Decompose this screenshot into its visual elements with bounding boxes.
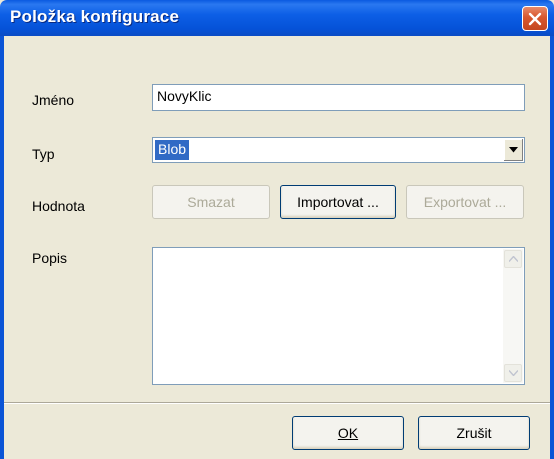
delete-button-label: Smazat — [187, 194, 235, 210]
type-dropdown-button[interactable] — [503, 139, 523, 161]
type-label: Typ — [32, 146, 55, 162]
type-selected-value: Blob — [155, 140, 190, 160]
scroll-up-button[interactable] — [504, 250, 522, 268]
ok-button-label: OK — [337, 425, 359, 441]
name-input[interactable]: NovyKlic — [152, 84, 525, 111]
description-textarea[interactable] — [152, 247, 525, 385]
description-scrollbar[interactable] — [503, 249, 523, 383]
cancel-button-label: Zrušit — [456, 425, 492, 441]
footer-separator — [4, 402, 550, 404]
arrow-up-icon — [508, 256, 518, 262]
cancel-button[interactable]: Zrušit — [418, 416, 530, 450]
value-label: Hodnota — [32, 198, 85, 214]
window-title: Položka konfigurace — [10, 7, 180, 26]
delete-button[interactable]: Smazat — [152, 185, 270, 219]
close-icon — [528, 12, 542, 25]
description-label: Popis — [32, 250, 68, 266]
dialog-window: Položka konfigurace Jméno NovyKlic Typ B… — [0, 0, 554, 459]
ok-button[interactable]: OK — [292, 416, 404, 450]
arrow-down-icon — [508, 370, 518, 376]
chevron-down-icon — [509, 147, 518, 153]
import-button-label: Importovat ... — [297, 194, 379, 210]
window-frame-right — [550, 36, 554, 459]
type-select[interactable]: Blob — [152, 137, 525, 163]
export-button-label: Exportovat ... — [423, 194, 507, 210]
name-label: Jméno — [32, 92, 75, 108]
export-button[interactable]: Exportovat ... — [406, 185, 524, 219]
scroll-down-button[interactable] — [504, 364, 522, 382]
import-button[interactable]: Importovat ... — [280, 185, 396, 219]
name-input-value: NovyKlic — [157, 88, 212, 104]
window-frame-left — [0, 36, 4, 459]
close-button[interactable] — [522, 6, 548, 31]
title-bar[interactable]: Položka konfigurace — [0, 0, 554, 36]
